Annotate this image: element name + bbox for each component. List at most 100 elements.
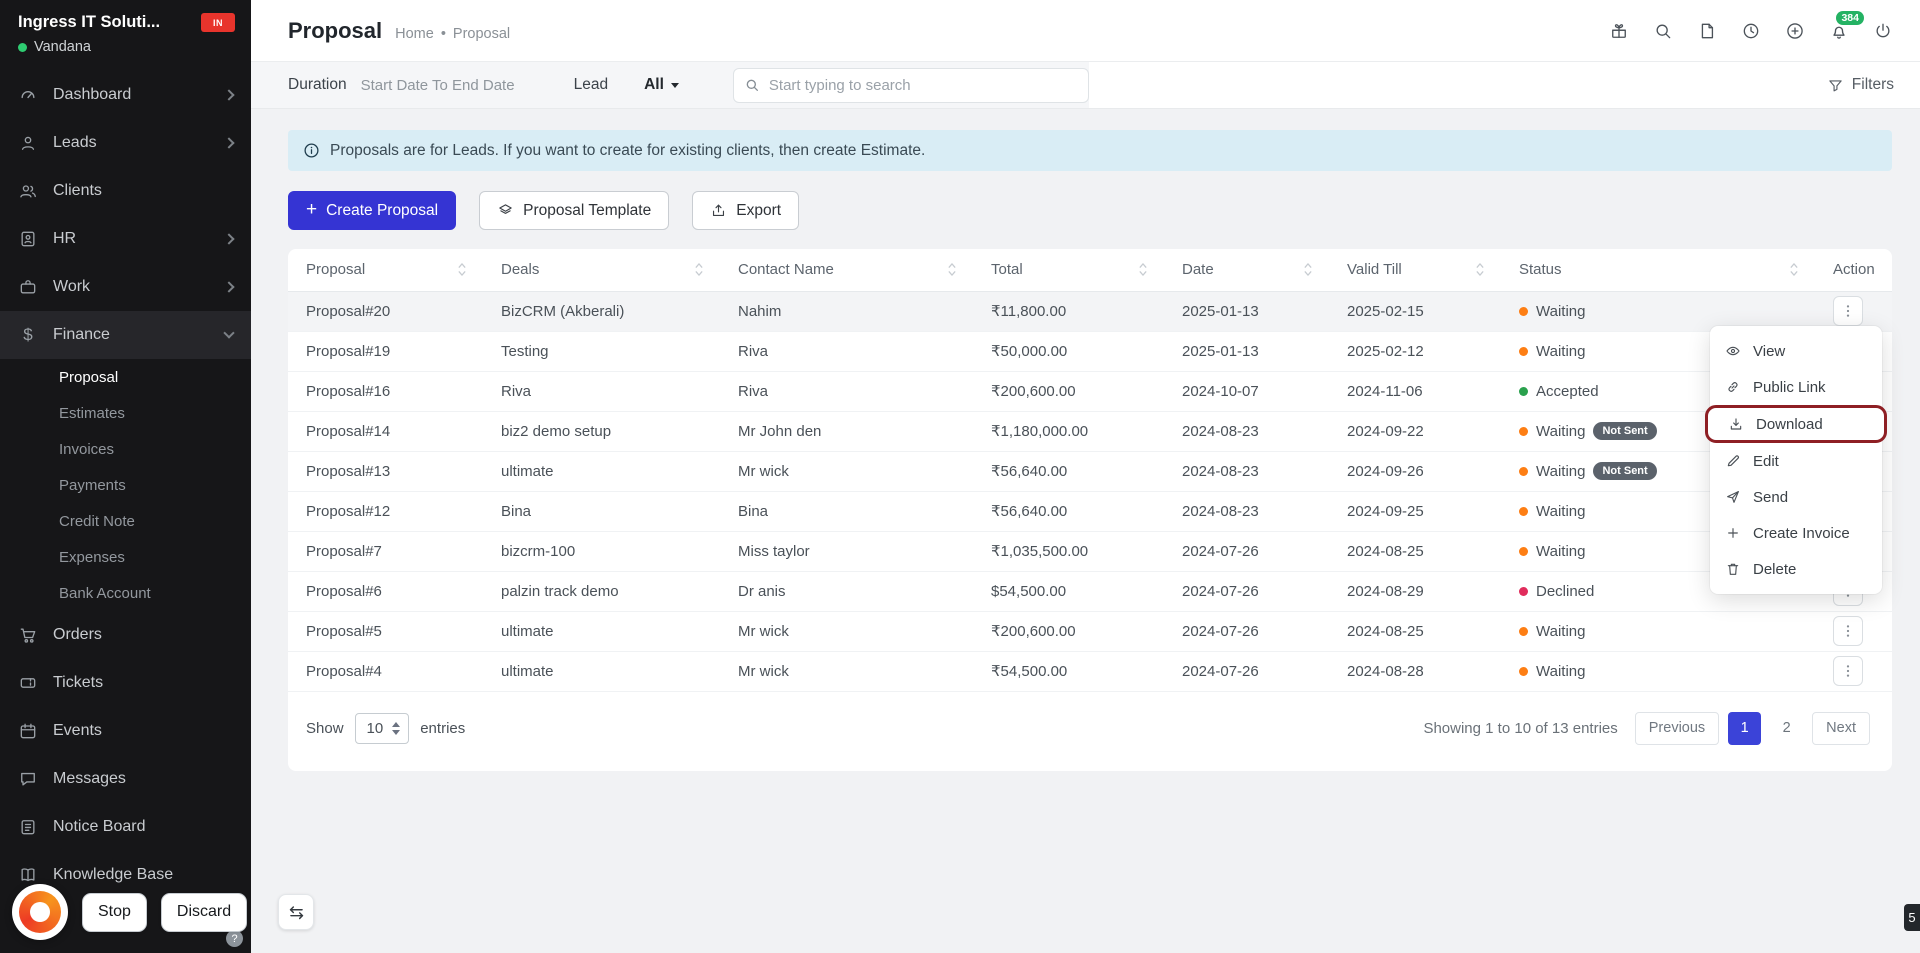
menu-item-delete[interactable]: Delete (1710, 551, 1882, 587)
swap-button[interactable] (278, 894, 315, 930)
next-page-button[interactable]: Next (1812, 711, 1870, 745)
page-2-button[interactable]: 2 (1770, 712, 1803, 745)
menu-item-view[interactable]: View (1710, 333, 1882, 369)
column-header-valid-till[interactable]: Valid Till (1329, 249, 1501, 292)
cell-proposal: Proposal#7 (288, 531, 483, 572)
entries-per-page-select[interactable]: 10 (354, 712, 410, 744)
page-1-button[interactable]: 1 (1728, 711, 1762, 745)
stop-button[interactable]: Stop (82, 892, 147, 932)
filters-button[interactable]: Filters (1827, 76, 1894, 94)
sidebar-item-label: Clients (53, 182, 102, 199)
cell-date: 2024-08-23 (1164, 411, 1329, 452)
sidebar-item-finance[interactable]: $ Finance (0, 311, 251, 359)
chevron-right-icon (223, 137, 235, 149)
notes-button[interactable] (1694, 18, 1720, 44)
proposal-template-label: Proposal Template (523, 201, 652, 219)
company-name: Ingress IT Soluti... (18, 13, 161, 31)
column-header-deals[interactable]: Deals (483, 249, 720, 292)
cell-contact: Riva (720, 331, 973, 372)
cell-deals: Riva (483, 371, 720, 412)
sidebar-item-dashboard[interactable]: Dashboard (0, 71, 251, 119)
sidebar-item-leads[interactable]: Leads (0, 119, 251, 167)
menu-item-edit[interactable]: Edit (1710, 443, 1882, 479)
column-header-status[interactable]: Status (1501, 249, 1815, 292)
column-header-proposal[interactable]: Proposal (288, 249, 483, 292)
duration-input[interactable] (360, 76, 560, 94)
menu-item-create-invoice[interactable]: Create Invoice (1710, 515, 1882, 551)
sidebar-subitem-credit-note[interactable]: Credit Note (0, 503, 251, 539)
orders-icon (18, 625, 38, 645)
menu-item-download[interactable]: Download (1705, 405, 1887, 443)
discard-button[interactable]: Discard (160, 892, 248, 932)
sidebar-item-events[interactable]: Events (0, 707, 251, 755)
trash-icon (1727, 563, 1739, 575)
send-icon (1727, 491, 1739, 503)
column-header-total[interactable]: Total (973, 249, 1164, 292)
row-actions-button[interactable] (1833, 656, 1863, 686)
export-button[interactable]: Export (692, 191, 800, 230)
sidebar-subitem-invoices[interactable]: Invoices (0, 431, 251, 467)
company-header[interactable]: Ingress IT Soluti... Vandana IN (0, 0, 251, 65)
sidebar-item-label: Dashboard (53, 86, 132, 103)
sidebar-item-clients[interactable]: Clients (0, 167, 251, 215)
sidebar-subitem-bank-account[interactable]: Bank Account (0, 575, 251, 611)
cell-contact: Mr wick (720, 451, 973, 492)
create-proposal-label: Create Proposal (326, 201, 439, 219)
history-button[interactable] (1738, 18, 1764, 44)
sidebar-item-orders[interactable]: Orders (0, 611, 251, 659)
notification-count-badge: 384 (1836, 10, 1864, 25)
breadcrumb-current: Proposal (452, 25, 511, 42)
page-count-badge: 5 (1904, 904, 1920, 931)
previous-page-button[interactable]: Previous (1634, 711, 1720, 745)
notifications-button[interactable]: 384 (1826, 10, 1864, 44)
menu-item-send[interactable]: Send (1710, 479, 1882, 515)
online-status-dot (18, 42, 27, 52)
cell-date: 2024-07-26 (1164, 531, 1329, 572)
cell-valid-till: 2024-08-25 (1329, 611, 1501, 652)
cell-valid-till: 2024-08-28 (1329, 651, 1501, 692)
sidebar-item-notice-board[interactable]: Notice Board (0, 803, 251, 851)
lead-dropdown-value: All (644, 76, 664, 93)
cell-contact: Mr wick (720, 611, 973, 652)
sidebar-item-label: HR (53, 230, 77, 247)
cell-contact: Nahim (720, 291, 973, 332)
sidebar: Ingress IT Soluti... Vandana IN Dashboar… (0, 0, 251, 953)
menu-item-public-link[interactable]: Public Link (1710, 369, 1882, 405)
cell-status: Waiting (1501, 291, 1815, 332)
sidebar-item-work[interactable]: Work (0, 263, 251, 311)
messages-icon (18, 769, 38, 789)
add-icon (1787, 22, 1803, 39)
cell-proposal: Proposal#16 (288, 371, 483, 412)
sort-icon (1475, 262, 1485, 277)
sidebar-item-tickets[interactable]: Tickets (0, 659, 251, 707)
breadcrumb: Home • Proposal (395, 26, 510, 42)
cell-proposal: Proposal#14 (288, 411, 483, 452)
column-header-date[interactable]: Date (1164, 249, 1329, 292)
cell-date: 2024-07-26 (1164, 651, 1329, 692)
row-actions-button[interactable] (1833, 616, 1863, 646)
breadcrumb-home-link[interactable]: Home (395, 26, 434, 42)
sidebar-subitem-expenses[interactable]: Expenses (0, 539, 251, 575)
cell-date: 2024-08-23 (1164, 491, 1329, 532)
sidebar-item-hr[interactable]: HR (0, 215, 251, 263)
create-proposal-button[interactable]: + Create Proposal (288, 191, 457, 230)
table-row: Proposal#19 Testing Riva ₹50,000.00 2025… (288, 331, 1892, 372)
column-header-contact-name[interactable]: Contact Name (720, 249, 973, 292)
sidebar-subitem-proposal[interactable]: Proposal (0, 359, 251, 395)
row-actions-button[interactable] (1833, 296, 1863, 326)
search-icon (746, 79, 758, 91)
search-input[interactable] (768, 76, 1078, 94)
proposal-template-button[interactable]: Proposal Template (479, 191, 670, 230)
export-label: Export (736, 201, 782, 219)
floating-toolbar: Stop Discard (12, 884, 315, 940)
lead-dropdown[interactable]: All (644, 76, 679, 94)
app-logo[interactable] (12, 884, 68, 940)
power-button[interactable] (1870, 18, 1896, 44)
top-header: Proposal Home • Proposal 384 (251, 0, 1920, 62)
add-new-button[interactable] (1782, 18, 1808, 44)
gift-button[interactable] (1606, 18, 1632, 44)
sidebar-subitem-payments[interactable]: Payments (0, 467, 251, 503)
sidebar-subitem-estimates[interactable]: Estimates (0, 395, 251, 431)
search-button[interactable] (1650, 18, 1676, 44)
sidebar-item-messages[interactable]: Messages (0, 755, 251, 803)
